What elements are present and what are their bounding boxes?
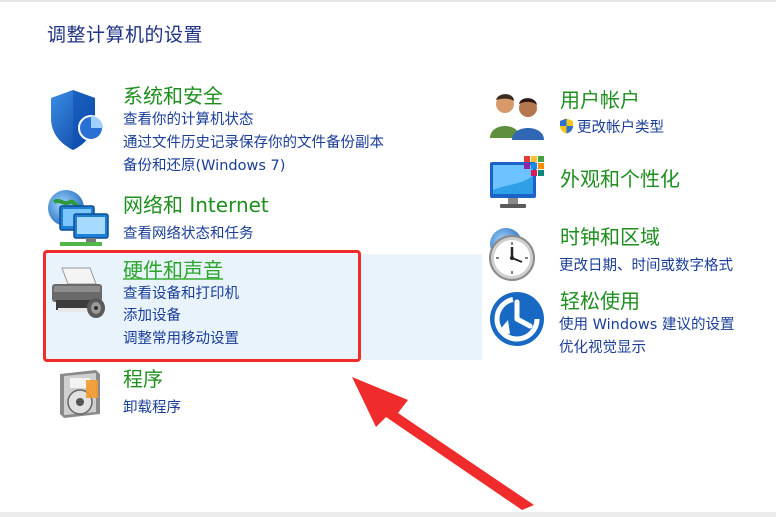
link-optimize-visual-display[interactable]: 优化视觉显示 — [559, 338, 646, 358]
ease-of-access-icon — [490, 292, 544, 346]
shield-icon — [51, 90, 104, 150]
link-change-account-type-label: 更改帐户类型 — [577, 120, 664, 136]
annotation-arrow-icon — [352, 377, 534, 510]
control-panel-page: 调整计算机的设置 系统和安全 查看你的计算机状态 通过文件历史记录保存你的文件备… — [0, 0, 776, 517]
users-icon — [490, 94, 544, 140]
link-uninstall-program[interactable]: 卸载程序 — [123, 398, 181, 418]
bottom-divider — [0, 512, 776, 517]
programs-icon — [60, 370, 100, 418]
monitor-icon — [490, 156, 544, 208]
category-title-system-security[interactable]: 系统和安全 — [123, 84, 223, 108]
clock-icon — [489, 228, 535, 281]
uac-shield-icon — [560, 118, 573, 134]
link-backup-restore[interactable]: 备份和还原(Windows 7) — [123, 156, 285, 176]
link-change-date-time-format[interactable]: 更改日期、时间或数字格式 — [559, 256, 733, 276]
category-title-user-accounts[interactable]: 用户帐户 — [560, 88, 640, 112]
annotation-highlight-box — [43, 250, 361, 362]
category-title-appearance[interactable]: 外观和个性化 — [560, 167, 680, 191]
link-view-computer-status[interactable]: 查看你的计算机状态 — [123, 110, 254, 130]
page-title: 调整计算机的设置 — [47, 24, 204, 46]
category-title-ease-of-access[interactable]: 轻松使用 — [560, 289, 640, 313]
link-recommended-settings[interactable]: 使用 Windows 建议的设置 — [559, 315, 734, 335]
category-title-network[interactable]: 网络和 Internet — [123, 193, 269, 217]
link-change-account-type[interactable]: 更改帐户类型 — [559, 118, 664, 138]
category-title-clock-region[interactable]: 时钟和区域 — [560, 225, 660, 249]
top-divider — [0, 0, 776, 2]
link-file-history-backup[interactable]: 通过文件历史记录保存你的文件备份副本 — [123, 133, 384, 153]
link-network-status[interactable]: 查看网络状态和任务 — [123, 224, 254, 244]
category-title-programs[interactable]: 程序 — [123, 367, 163, 391]
network-icon — [48, 190, 109, 246]
